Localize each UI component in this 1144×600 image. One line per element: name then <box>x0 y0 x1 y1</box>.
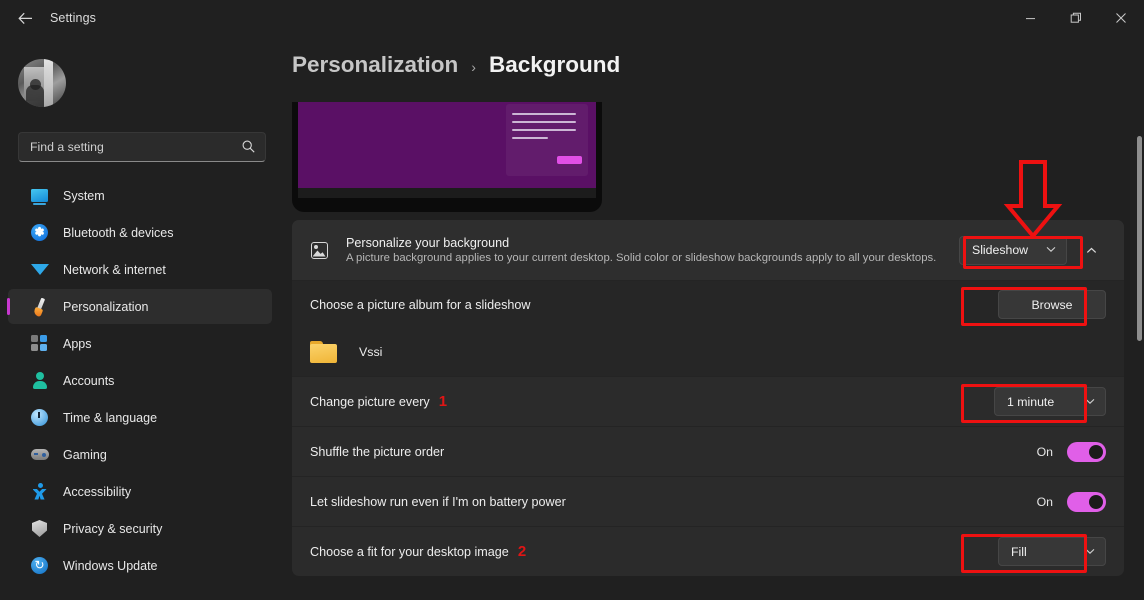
wifi-icon <box>30 260 49 279</box>
sidebar-item-system[interactable]: System <box>8 178 272 213</box>
sidebar-item-label: System <box>63 188 105 203</box>
sidebar-item-label: Personalization <box>63 299 149 314</box>
bluetooth-icon: ✽ <box>30 223 49 242</box>
sidebar-item-label: Windows Update <box>63 558 158 573</box>
annotation-number-1: 1 <box>438 393 448 410</box>
interval-dropdown[interactable]: 1 minute <box>994 387 1106 416</box>
chevron-down-icon <box>1085 547 1095 557</box>
image-fit-dropdown[interactable]: Fill <box>998 537 1106 566</box>
change-picture-interval-row: Change picture every 1 1 minute <box>292 376 1124 426</box>
shuffle-toggle-state: On <box>1036 444 1053 459</box>
account-person-icon <box>30 371 49 390</box>
shield-icon <box>30 519 49 538</box>
close-icon <box>1116 13 1126 23</box>
interval-value: 1 minute <box>1007 394 1055 409</box>
breadcrumb: Personalization › Background <box>292 52 620 78</box>
personalize-background-title: Personalize your background <box>346 236 510 250</box>
main-content: Personalization › Background Personalize… <box>280 36 1144 600</box>
sidebar-item-label: Time & language <box>63 410 158 425</box>
choose-album-label: Choose a picture album for a slideshow <box>310 297 531 312</box>
browse-button[interactable]: Browse <box>998 290 1106 319</box>
shuffle-toggle[interactable] <box>1067 441 1106 462</box>
sidebar-item-bluetooth-devices[interactable]: ✽ Bluetooth & devices <box>8 215 272 250</box>
desktop-image-fit-row: Choose a fit for your desktop image 2 Fi… <box>292 526 1124 576</box>
choose-album-row: Choose a picture album for a slideshow B… <box>292 280 1124 328</box>
shuffle-picture-row: Shuffle the picture order On <box>292 426 1124 476</box>
settings-window: Settings Find a setting System ✽ Bluetoo… <box>0 0 1144 600</box>
accessibility-person-icon <box>30 482 49 501</box>
sidebar-item-label: Accessibility <box>63 484 132 499</box>
refresh-circle-icon <box>30 556 49 575</box>
sidebar-item-privacy-security[interactable]: Privacy & security <box>8 511 272 546</box>
preview-taskbar <box>298 188 596 198</box>
restore-button[interactable] <box>1053 0 1098 36</box>
search-icon <box>242 140 255 158</box>
preview-window-card <box>506 104 588 176</box>
avatar[interactable] <box>18 59 66 107</box>
preview-monitor-frame <box>292 102 602 212</box>
close-button[interactable] <box>1098 0 1144 36</box>
restore-icon <box>1070 12 1081 23</box>
sidebar-item-accounts[interactable]: Accounts <box>8 363 272 398</box>
sidebar-item-label: Accounts <box>63 373 115 388</box>
sidebar-item-time-language[interactable]: Time & language <box>8 400 272 435</box>
page-title: Background <box>488 52 621 77</box>
preview-screen <box>298 102 596 198</box>
search-placeholder: Find a setting <box>30 140 104 154</box>
sidebar-item-gaming[interactable]: Gaming <box>8 437 272 472</box>
preview-accent-button <box>557 156 582 164</box>
annotation-number-2: 2 <box>517 543 527 560</box>
minimize-button[interactable] <box>1008 0 1053 36</box>
arrow-left-icon <box>17 12 32 24</box>
chevron-up-icon <box>1086 247 1096 253</box>
shuffle-picture-label: Shuffle the picture order <box>310 444 445 459</box>
sidebar-item-label: Privacy & security <box>63 521 163 536</box>
window-controls <box>1008 0 1144 36</box>
sidebar-item-personalization[interactable]: Personalization <box>7 289 272 324</box>
gamepad-icon <box>30 445 49 464</box>
sidebar-item-network-internet[interactable]: Network & internet <box>8 252 272 287</box>
sidebar-item-label: Network & internet <box>63 262 166 277</box>
clock-icon <box>30 408 49 427</box>
apps-grid-icon <box>30 334 49 353</box>
collapse-section-button[interactable] <box>1076 235 1106 265</box>
desktop-image-fit-label: Choose a fit for your desktop image <box>310 544 509 559</box>
chevron-down-icon <box>1046 245 1056 255</box>
title-bar: Settings <box>0 0 1144 36</box>
desktop-preview <box>292 94 602 212</box>
battery-slideshow-label: Let slideshow run even if I'm on battery… <box>310 494 566 509</box>
selected-album-name: Vssi <box>359 345 383 359</box>
sidebar-nav: System ✽ Bluetooth & devices Network & i… <box>7 178 272 585</box>
search-input[interactable]: Find a setting <box>18 132 266 162</box>
vertical-scrollbar[interactable] <box>1137 136 1142 341</box>
breadcrumb-parent[interactable]: Personalization <box>292 52 458 78</box>
background-settings-card: Personalize your background A picture ba… <box>292 220 1124 576</box>
chevron-down-icon <box>1085 397 1095 407</box>
paintbrush-icon <box>30 297 49 316</box>
sidebar-item-label: Bluetooth & devices <box>63 225 174 240</box>
battery-slideshow-row: Let slideshow run even if I'm on battery… <box>292 476 1124 526</box>
selected-album-row: Vssi <box>292 328 1124 376</box>
image-icon <box>308 239 330 261</box>
sidebar-item-accessibility[interactable]: Accessibility <box>8 474 272 509</box>
personalize-background-row: Personalize your background A picture ba… <box>292 220 1124 280</box>
sidebar-item-label: Gaming <box>63 447 107 462</box>
folder-icon <box>310 341 337 363</box>
back-button[interactable] <box>8 4 42 32</box>
change-picture-interval-label: Change picture every <box>310 394 430 409</box>
background-type-dropdown[interactable]: Slideshow <box>959 235 1067 265</box>
monitor-icon <box>30 186 49 205</box>
battery-toggle-state: On <box>1036 494 1053 509</box>
sidebar-item-windows-update[interactable]: Windows Update <box>8 548 272 583</box>
minimize-icon <box>1026 17 1035 19</box>
personalize-background-description: A picture background applies to your cur… <box>346 252 937 264</box>
breadcrumb-separator-icon: › <box>471 59 476 75</box>
background-type-value: Slideshow <box>972 243 1029 257</box>
image-fit-value: Fill <box>1011 544 1027 559</box>
sidebar: Find a setting System ✽ Bluetooth & devi… <box>0 36 280 600</box>
window-title: Settings <box>50 11 96 25</box>
sidebar-item-label: Apps <box>63 336 92 351</box>
battery-toggle[interactable] <box>1067 491 1106 512</box>
sidebar-item-apps[interactable]: Apps <box>8 326 272 361</box>
